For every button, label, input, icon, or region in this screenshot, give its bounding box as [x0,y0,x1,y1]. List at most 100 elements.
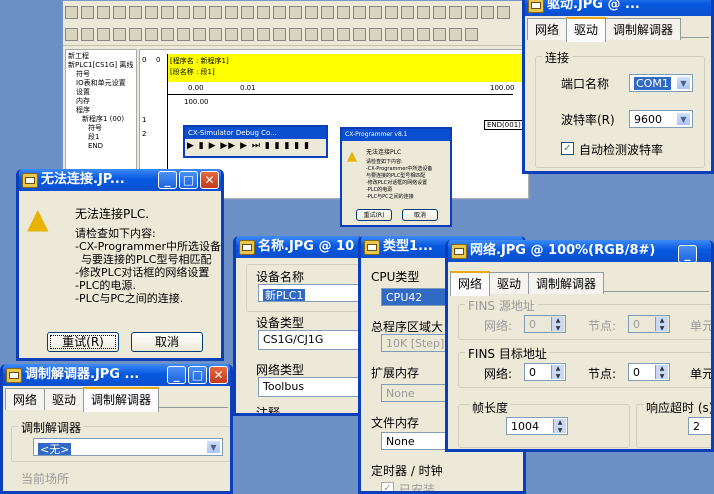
port-select[interactable]: COM1 ▼ [629,74,693,92]
coil-label: 100.00 [490,84,515,92]
photoshop-icon [22,173,38,188]
tab-network[interactable]: 网络 [450,271,491,296]
type-title: 类型1... [383,239,433,254]
close-button[interactable]: ✕ [209,366,228,384]
tree-item[interactable]: 新工程 [68,52,134,61]
retry-button[interactable]: 重试(R) [47,332,119,352]
section-name: [段名称 : 段1] [170,68,215,76]
end-instruction: END(001) [484,120,524,130]
current-location-label: 当前场所 [21,472,70,486]
name-title: 名称.JPG @ 10 [258,239,355,254]
name-window: 名称.JPG @ 10 设备名称 新PLC1 设备类型 CS1G/CJ1G 网络… [233,236,363,416]
contact-label: 0.01 [240,84,256,92]
debug-console-window: CX-Simulator Debug Co... ▶ ▮ ▶ ▶▶ ▶ ⏭ ▮ … [183,125,328,158]
dst-network-value: 0 [529,366,536,379]
network-window: 网络.JPG @ 100%(RGB/8#) 网络 驱动 调制解调器 FINS 源地址… [445,240,714,452]
rung-line-number: 0 [156,56,161,64]
installed-label: 已安装 [399,483,436,494]
driver-title: 驱动.JPG @ ... [547,0,640,12]
baud-value: 9600 [634,113,662,126]
network-type-label: 网络类型 [256,363,305,377]
modem-window: 调制解调器.JPG ... _ □ ✕ 网络 驱动 调制解调器 调制解调器 <无> ▼ 当… [0,364,233,494]
src-network-input[interactable]: 0 ▲ ▼ [524,315,566,333]
rung-wire [168,94,513,95]
dst-network-input[interactable]: 0 ▲ ▼ [524,363,566,381]
tab-modem[interactable]: 调制解调器 [605,18,682,40]
spinner-icon[interactable]: ▲ ▼ [553,419,566,434]
tree-item[interactable]: 符号 [68,124,134,133]
src-node-input[interactable]: 0 ▲ ▼ [628,315,670,333]
spinner-icon[interactable]: ▲ ▼ [551,365,564,380]
connection-group-title: 连接 [542,49,573,66]
auto-baud-label: 自动检测波特率 [579,143,664,157]
tab-network[interactable]: 网络 [5,388,46,410]
tab-network[interactable]: 网络 [527,18,568,40]
spinner-icon[interactable]: ▲ ▼ [551,317,564,332]
photoshop-icon [364,240,380,255]
cancel-button[interactable]: 取消 [131,332,203,352]
device-type-label: 设备类型 [256,316,305,330]
src-node-value: 0 [633,318,640,331]
tree-item[interactable]: END [68,142,134,151]
cpu-type-label: CPU类型 [371,270,420,284]
tree-item[interactable]: 新程序1 (00) [68,115,134,124]
program-area-label: 总程序区域大 [371,320,444,334]
file-mem-label: 文件内存 [371,416,420,430]
small-dialog-title: CX-Programmer v8.1 [342,129,450,141]
fins-source-title: FINS 源地址 [465,297,538,314]
spinner-icon[interactable]: ▲ ▼ [655,317,668,332]
close-button[interactable]: ✕ [200,171,219,189]
minimize-button[interactable]: _ [678,245,697,263]
dst-node-input[interactable]: 0 ▲ ▼ [628,363,670,381]
toolbar-row-1[interactable] [63,1,529,24]
src-unit-label: 单元 [690,319,714,333]
tree-item[interactable]: 内存 [68,97,134,106]
name-title-bar: 名称.JPG @ 10 [236,236,360,258]
minimize-button[interactable]: _ [167,366,186,384]
device-name-input[interactable]: 新PLC1 [258,284,360,302]
device-type-select[interactable]: CS1G/CJ1G [258,330,360,350]
src-network-value: 0 [529,318,536,331]
tree-item[interactable]: 设置 [68,88,134,97]
tab-driver[interactable]: 驱动 [566,17,607,42]
network-title-bar: 网络.JPG @ 100%(RGB/8#) [448,240,711,262]
minimize-button[interactable]: _ [158,171,177,189]
contact-label: 0.00 [188,84,204,92]
tree-item[interactable]: 符号 [68,70,134,79]
error-checklist: 请检查如下内容: -CX-Programmer中所选设备 与要连接的PLC型号相匹配… [75,227,222,305]
error-title: 无法连接.JP... [41,172,125,187]
auto-baud-checkbox[interactable]: ✓ [561,142,574,155]
timeout-input[interactable]: 2 [688,417,711,435]
modem-select[interactable]: <无> ▼ [33,438,223,456]
small-retry-button[interactable]: 重试(R) [356,209,392,221]
installed-checkbox[interactable]: ✓ [381,482,394,491]
tree-item[interactable]: IO表和单元设置 [68,79,134,88]
chevron-down-icon: ▼ [676,112,691,126]
spinner-icon[interactable]: ▲ ▼ [655,365,668,380]
tab-modem[interactable]: 调制解调器 [528,272,605,294]
tree-item[interactable]: 程序 [68,106,134,115]
photoshop-icon [6,368,22,383]
port-value: COM1 [634,77,671,90]
maximize-button[interactable]: □ [188,366,207,384]
debug-console-title: CX-Simulator Debug Co... [185,127,326,139]
tab-modem[interactable]: 调制解调器 [83,387,160,412]
coil-label: 100.00 [184,98,209,106]
small-cancel-button[interactable]: 取消 [402,209,438,221]
ext-mem-label: 扩展内存 [371,366,420,380]
tab-driver[interactable]: 驱动 [489,272,530,294]
maximize-button[interactable]: □ [179,171,198,189]
driver-title-bar: 驱动.JPG @ ... [525,0,711,16]
tree-item[interactable]: 段1 [68,133,134,142]
network-type-select[interactable]: Toolbus [258,377,360,397]
small-dialog-message: 无法连接PLC [366,149,402,156]
debug-controls[interactable]: ▶ ▮ ▶ ▶▶ ▶ ⏭ ▮ ▮ ▮ ▮ ▮ [185,139,326,153]
frame-length-input[interactable]: 1004 ▲ ▼ [506,417,568,435]
baud-select[interactable]: 9600 ▼ [629,110,693,128]
cpu-type-value: CPU42 [386,291,423,304]
small-dialog-details: 请检查如下内容: -CX-Programmer中所选设备 与要连接的PLC型号相匹配… [366,159,433,200]
toolbar-row-2[interactable] [63,23,529,46]
tree-item[interactable]: 新PLC1[CS1G] 离线 [68,61,134,70]
tab-driver[interactable]: 驱动 [44,388,85,410]
baud-label: 波特率(R) [561,113,615,127]
